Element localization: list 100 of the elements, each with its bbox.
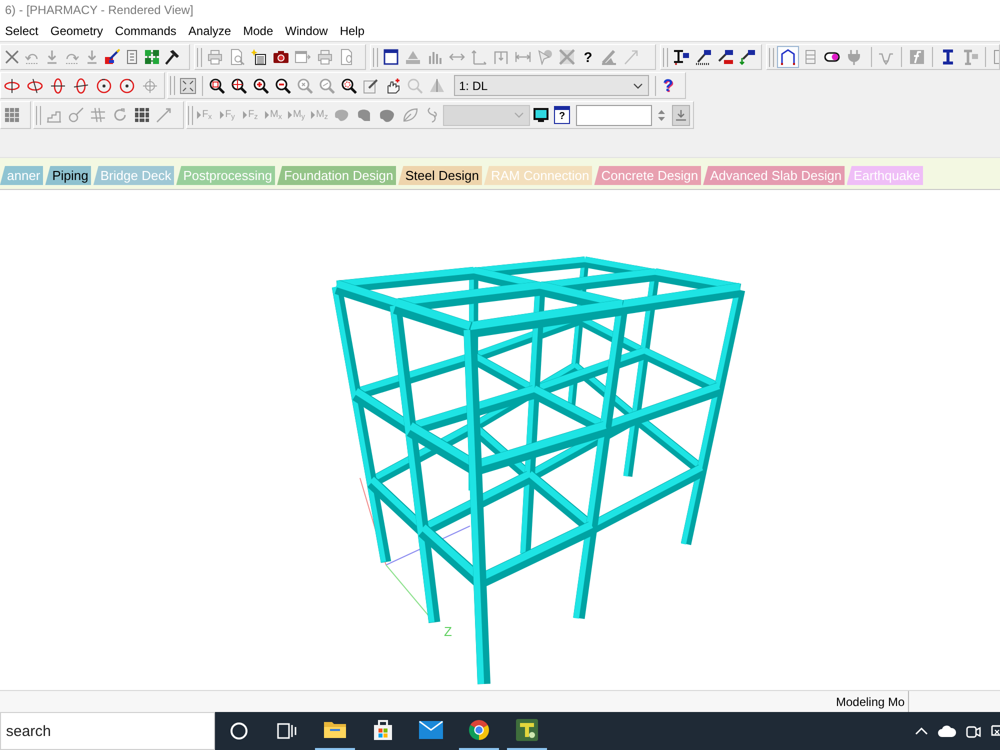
frame-icon[interactable] <box>777 46 799 68</box>
search-field[interactable]: search <box>0 712 215 750</box>
function-tile-icon[interactable] <box>909 49 925 65</box>
zoom-icon[interactable] <box>297 78 313 94</box>
workflow-tab[interactable]: Piping <box>45 166 92 185</box>
mail-icon[interactable] <box>419 721 443 739</box>
crossed-box-icon[interactable] <box>559 49 575 65</box>
i-beam-icon[interactable] <box>940 49 956 65</box>
workflow-tab[interactable]: Advanced Slab Design <box>703 166 845 185</box>
zoom-cross-icon[interactable] <box>231 78 247 94</box>
zoom-in-icon[interactable] <box>253 78 269 94</box>
download-icon[interactable] <box>676 110 686 120</box>
grid-icon[interactable] <box>4 107 20 123</box>
circular-arrow-icon[interactable] <box>112 107 128 123</box>
menu-item[interactable]: Geometry <box>50 22 104 40</box>
folder-icon[interactable] <box>323 720 347 740</box>
cloud-icon[interactable] <box>938 725 956 737</box>
hatched-flag-icon[interactable] <box>695 49 711 65</box>
document-magnifier-icon[interactable] <box>229 49 245 65</box>
rotation-icon[interactable] <box>4 78 20 94</box>
hand-icon[interactable] <box>385 78 401 94</box>
document-icon[interactable] <box>339 49 355 65</box>
download-button[interactable] <box>672 104 690 126</box>
app-logo-icon[interactable] <box>516 719 538 741</box>
caret-up-icon[interactable] <box>658 110 664 114</box>
menu-item[interactable]: Mode <box>243 22 274 40</box>
slope-arrow-icon[interactable] <box>623 49 639 65</box>
blob-icon[interactable] <box>356 107 372 123</box>
video-icon[interactable] <box>966 724 981 738</box>
number-field[interactable] <box>576 104 652 126</box>
workflow-tab[interactable]: Foundation Design <box>277 166 396 185</box>
dimension-icon[interactable] <box>515 49 531 65</box>
diagonal-arrow-icon[interactable] <box>156 107 172 123</box>
hammer-icon[interactable] <box>164 49 180 65</box>
flag-arrow-icon[interactable] <box>739 49 755 65</box>
zoom-window-icon[interactable] <box>209 78 225 94</box>
rotation-icon[interactable] <box>50 78 66 94</box>
leaf-icon[interactable] <box>402 107 418 123</box>
window-arrow-icon[interactable] <box>295 49 311 65</box>
circle-line-icon[interactable] <box>68 107 84 123</box>
edit-icon[interactable] <box>363 78 379 94</box>
t-section-icon[interactable] <box>962 49 978 65</box>
triangle-base-icon[interactable] <box>405 49 421 65</box>
zoom-circle-icon[interactable] <box>341 78 357 94</box>
menu-item[interactable]: Window <box>285 22 328 40</box>
nodes-icon[interactable] <box>144 49 160 65</box>
printer-icon[interactable] <box>207 49 223 65</box>
prism-icon[interactable] <box>429 78 445 94</box>
window-icon[interactable] <box>383 49 399 65</box>
blob-icon[interactable] <box>379 107 395 123</box>
sparkle-document-icon[interactable] <box>251 49 267 65</box>
triangle-icon <box>220 111 224 119</box>
bars-icon[interactable] <box>427 49 443 65</box>
menu-item[interactable]: Help <box>340 22 365 40</box>
workflow-tab[interactable]: Concrete Design <box>594 166 702 185</box>
menu-item[interactable]: Select <box>5 22 38 40</box>
help-button[interactable]: ? <box>581 50 595 64</box>
screen-cross-icon[interactable] <box>991 724 1000 738</box>
workflow-tab[interactable]: Earthquake <box>846 166 924 185</box>
ring-logo-icon[interactable] <box>468 719 490 741</box>
angle-icon[interactable] <box>601 49 617 65</box>
beam-section-icon[interactable] <box>673 49 689 65</box>
shopping-bag-icon[interactable] <box>372 719 394 741</box>
help-button[interactable]: ? <box>554 106 570 124</box>
frame-arrow-icon[interactable] <box>493 49 509 65</box>
flag-icon[interactable] <box>717 49 733 65</box>
task-view-icon[interactable] <box>277 723 297 739</box>
rotation-icon[interactable] <box>73 78 89 94</box>
axis-arrows-icon[interactable] <box>471 49 487 65</box>
workflow-tab[interactable]: Bridge Deck <box>93 166 174 185</box>
blob-icon[interactable] <box>333 107 349 123</box>
printer-icon[interactable] <box>317 49 333 65</box>
node-cursor-icon[interactable] <box>537 49 553 65</box>
circle-icon[interactable] <box>230 722 248 740</box>
zoom-out-icon[interactable] <box>275 78 291 94</box>
help-button[interactable]: ? <box>662 77 674 94</box>
fit-screen-icon[interactable] <box>180 78 196 94</box>
monitor-icon[interactable] <box>533 107 549 123</box>
camera-icon[interactable] <box>273 49 289 65</box>
crosshair-icon[interactable] <box>142 78 158 94</box>
workflow-tab[interactable]: Postprocessing <box>176 166 276 185</box>
rotation-icon[interactable] <box>119 78 135 94</box>
hash-icon[interactable] <box>90 107 106 123</box>
status-mode: Modeling Mo <box>836 694 905 710</box>
rotation-icon[interactable] <box>27 78 43 94</box>
menu-item[interactable]: Commands <box>115 22 176 40</box>
zoom-icon[interactable] <box>319 78 335 94</box>
workflow-tab[interactable]: RAM Connection <box>484 166 592 185</box>
chevron-up-icon[interactable] <box>915 727 928 735</box>
triangle-icon <box>243 111 248 119</box>
rotation-icon[interactable] <box>96 78 112 94</box>
workflow-tab[interactable]: Steel Design <box>398 166 482 185</box>
table-icon[interactable] <box>134 107 150 123</box>
cross-icon[interactable] <box>4 49 20 65</box>
caret-down-icon[interactable] <box>633 82 643 88</box>
load-case-dropdown[interactable]: 1: DL <box>454 75 649 96</box>
workflow-tab[interactable]: anner <box>0 166 44 185</box>
paint-brush-icon[interactable] <box>104 49 120 65</box>
calculator-icon[interactable] <box>124 49 140 65</box>
menu-item[interactable]: Analyze <box>188 22 232 40</box>
